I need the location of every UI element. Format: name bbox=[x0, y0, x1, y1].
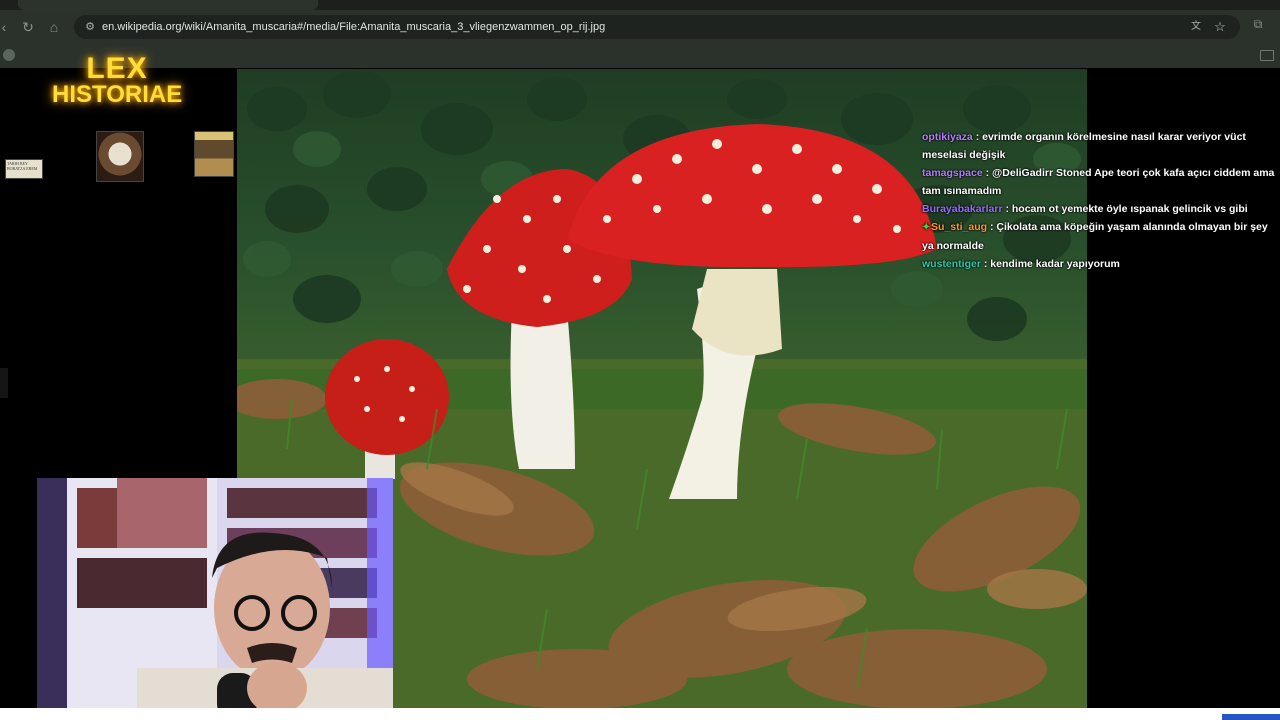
bottom-indicator bbox=[1222, 714, 1280, 720]
chat-message: tamagspace : @DeliGadirr Stoned Ape teor… bbox=[920, 164, 1280, 200]
bottom-bar bbox=[0, 708, 1280, 720]
back-icon[interactable]: ‹ bbox=[0, 17, 14, 37]
chat-overlay: optikiyaza : evrimde organın körelmesine… bbox=[920, 128, 1280, 273]
chat-username: wustentiger bbox=[922, 258, 981, 270]
chat-username: Su_sti_aug bbox=[931, 221, 988, 233]
tab-strip bbox=[0, 0, 1280, 10]
chat-message: optikiyaza : evrimde organın körelmesine… bbox=[920, 128, 1280, 164]
url-text: en.wikipedia.org/wiki/Amanita_muscaria#/… bbox=[102, 21, 606, 33]
browser-toolbar: ‹ ↻ ⌂ ⚙ en.wikipedia.org/wiki/Amanita_mu… bbox=[0, 10, 1280, 44]
chat-username: Burayabakarlarr bbox=[922, 203, 1003, 215]
logo-line-1: LEX bbox=[86, 52, 148, 85]
folder-icon[interactable] bbox=[1260, 50, 1274, 61]
book-cover-2 bbox=[96, 131, 144, 182]
side-handle bbox=[0, 368, 8, 398]
webcam-illustration bbox=[37, 478, 393, 720]
reload-icon[interactable]: ↻ bbox=[18, 17, 38, 37]
webcam-feed bbox=[37, 478, 393, 720]
chat-text: : hocam ot yemekte öyle ıspanak gelincik… bbox=[1002, 203, 1248, 215]
chat-username: tamagspace bbox=[922, 167, 983, 179]
chat-message: wustentiger : kendime kadar yapıyorum bbox=[920, 255, 1280, 273]
chat-message: Burayabakarlarr : hocam ot yemekte öyle … bbox=[920, 200, 1280, 218]
home-icon[interactable]: ⌂ bbox=[44, 17, 64, 37]
bookmarks-bar bbox=[0, 44, 1280, 68]
book-cover-3 bbox=[194, 131, 234, 177]
sub-badge-icon: ✦ bbox=[922, 222, 931, 233]
chat-username: optikiyaza bbox=[922, 131, 973, 143]
address-bar[interactable]: ⚙ en.wikipedia.org/wiki/Amanita_muscaria… bbox=[74, 15, 1240, 39]
book-cover-text: TARIH BEY BORATZA EREM bbox=[7, 161, 38, 171]
site-info-icon[interactable]: ⚙ bbox=[82, 19, 98, 35]
channel-logo: LEX HISTORIAE bbox=[52, 52, 183, 108]
apps-icon[interactable] bbox=[3, 49, 15, 61]
bookmark-star-icon[interactable]: ☆ bbox=[1212, 19, 1228, 35]
translate-icon[interactable]: 文 bbox=[1188, 19, 1204, 35]
chat-message: ✦Su_sti_aug : Çikolata ama köpeğin yaşam… bbox=[920, 218, 1280, 255]
chat-text: : kendime kadar yapıyorum bbox=[980, 258, 1120, 270]
logo-line-2: HISTORIAE bbox=[52, 81, 183, 108]
active-tab[interactable] bbox=[18, 0, 318, 10]
extensions-icon[interactable]: ⧉ bbox=[1250, 17, 1266, 33]
book-cover-1: TARIH BEY BORATZA EREM bbox=[5, 159, 43, 179]
